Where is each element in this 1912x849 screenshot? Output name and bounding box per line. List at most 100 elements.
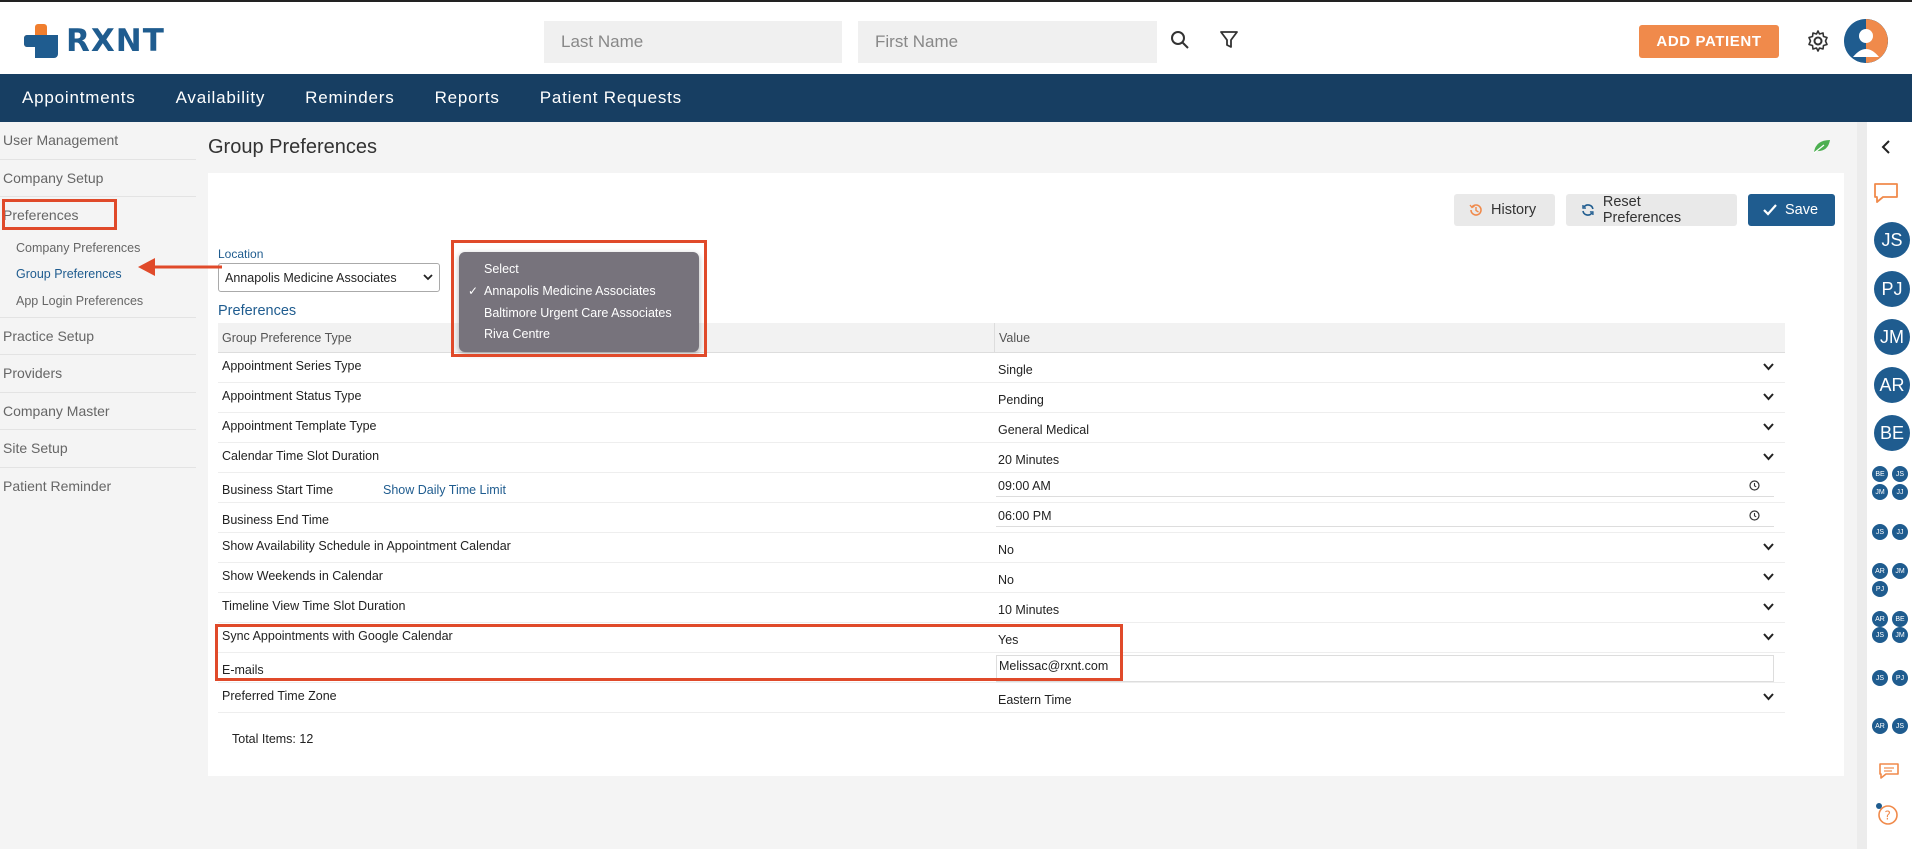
show-daily-time-limit-link[interactable]: Show Daily Time Limit: [383, 483, 506, 497]
history-icon: [1469, 204, 1482, 216]
leaf-icon: [1812, 138, 1832, 159]
row-value-select[interactable]: General Medical: [998, 423, 1774, 437]
row-value-select[interactable]: Eastern Time: [998, 693, 1774, 707]
group-avatar[interactable]: JJ: [1892, 484, 1908, 500]
location-select[interactable]: Annapolis Medicine Associates: [218, 263, 440, 292]
row-type: Calendar Time Slot Duration: [222, 449, 380, 463]
sidebar-subitem-app-login-preferences[interactable]: App Login Preferences: [0, 288, 196, 318]
chat-icon[interactable]: [1873, 182, 1899, 204]
filter-icon[interactable]: [1217, 28, 1241, 52]
chevron-down-icon[interactable]: [1763, 603, 1774, 611]
row-value-select[interactable]: No: [998, 543, 1774, 557]
row-value-select[interactable]: 10 Minutes: [998, 603, 1774, 617]
chevron-down-icon[interactable]: [1763, 693, 1774, 701]
add-patient-button[interactable]: ADD PATIENT: [1639, 25, 1779, 58]
chevron-down-icon[interactable]: [1763, 543, 1774, 551]
gear-icon[interactable]: [1805, 28, 1831, 54]
message-icon[interactable]: [1878, 762, 1900, 780]
rxnt-logo[interactable]: RXNT: [22, 22, 165, 60]
table-row: Timeline View Time Slot Duration 10 Minu…: [218, 593, 1785, 623]
row-type: Business Start Time: [222, 483, 334, 497]
nav-item-appointments[interactable]: Appointments: [22, 88, 136, 108]
annotation-box-location-dropdown: [451, 240, 707, 357]
page-title: Group Preferences: [208, 136, 377, 158]
row-type: Appointment Status Type: [222, 389, 362, 403]
chevron-down-icon: [423, 274, 433, 281]
sidebar-item-patient-reminder[interactable]: Patient Reminder: [0, 468, 196, 506]
row-value-select[interactable]: No: [998, 573, 1774, 587]
save-button[interactable]: Save: [1748, 194, 1835, 226]
nav-item-patient-requests[interactable]: Patient Requests: [540, 88, 682, 108]
group-avatar[interactable]: JM: [1892, 627, 1908, 643]
history-button[interactable]: History: [1454, 194, 1555, 226]
last-name-search-input[interactable]: [544, 21, 842, 63]
sidebar-item-site-setup[interactable]: Site Setup: [0, 430, 196, 468]
svg-text:?: ?: [1885, 809, 1891, 823]
group-avatar[interactable]: JS: [1872, 524, 1888, 540]
row-value-select[interactable]: Pending: [998, 393, 1774, 407]
grid-footer: Total Items: 12: [218, 713, 1785, 763]
group-avatar[interactable]: AR: [1872, 718, 1888, 734]
chevron-down-icon[interactable]: [1763, 393, 1774, 401]
sidebar-item-company-master[interactable]: Company Master: [0, 393, 196, 430]
business-start-time-input[interactable]: 09:00 AM: [996, 475, 1774, 497]
column-header-value[interactable]: Value: [994, 323, 1770, 352]
sidebar-item-providers[interactable]: Providers: [0, 355, 196, 393]
user-bubble-jm[interactable]: JM: [1874, 319, 1910, 355]
group-avatar[interactable]: BE: [1892, 611, 1908, 627]
business-end-time-input[interactable]: 06:00 PM: [996, 505, 1774, 527]
row-value-select[interactable]: 20 Minutes: [998, 453, 1774, 467]
reset-preferences-label: Reset Preferences: [1602, 194, 1682, 226]
row-type: Show Weekends in Calendar: [222, 569, 383, 583]
first-name-search-input[interactable]: [858, 21, 1157, 63]
check-icon: [1763, 204, 1777, 216]
user-bubble-js[interactable]: JS: [1874, 222, 1910, 258]
nav-item-availability[interactable]: Availability: [176, 88, 266, 108]
group-avatar[interactable]: PJ: [1872, 581, 1888, 597]
main-content: Group Preferences History Reset Preferen…: [200, 122, 1856, 849]
table-row: Appointment Template Type General Medica…: [218, 413, 1785, 443]
history-label: History: [1491, 202, 1537, 218]
group-avatar[interactable]: JS: [1872, 627, 1888, 643]
chevron-down-icon[interactable]: [1763, 453, 1774, 461]
main-nav: Appointments Availability Reminders Repo…: [0, 74, 1912, 122]
annotation-box-google-sync: [215, 624, 1123, 681]
group-avatar[interactable]: PJ: [1892, 670, 1908, 686]
group-avatar[interactable]: JM: [1892, 563, 1908, 579]
sidebar-item-user-management[interactable]: User Management: [0, 122, 196, 160]
row-type: Business End Time: [222, 513, 329, 527]
chevron-left-icon[interactable]: [1880, 140, 1892, 154]
refresh-icon: [1582, 204, 1594, 216]
chevron-down-icon[interactable]: [1763, 363, 1774, 371]
group-avatar[interactable]: JS: [1872, 670, 1888, 686]
group-avatar[interactable]: JS: [1892, 466, 1908, 482]
chevron-down-icon[interactable]: [1763, 573, 1774, 581]
reset-preferences-button[interactable]: Reset Preferences: [1566, 194, 1737, 226]
user-bubble-pj[interactable]: PJ: [1874, 271, 1910, 307]
group-avatar[interactable]: AR: [1872, 563, 1888, 579]
vertical-scrollbar[interactable]: [1857, 122, 1867, 849]
clock-icon[interactable]: [1749, 510, 1760, 521]
group-avatar[interactable]: BE: [1872, 466, 1888, 482]
chevron-down-icon[interactable]: [1763, 633, 1774, 641]
location-selected-value: Annapolis Medicine Associates: [225, 270, 397, 285]
location-label: Location: [218, 247, 264, 261]
sidebar-item-practice-setup[interactable]: Practice Setup: [0, 318, 196, 355]
nav-item-reports[interactable]: Reports: [435, 88, 500, 108]
search-icon[interactable]: [1168, 28, 1192, 52]
help-icon[interactable]: ?: [1875, 802, 1899, 826]
row-value-select[interactable]: Single: [998, 363, 1774, 377]
brand-name: RXNT: [66, 23, 165, 59]
table-row: Business End Time 06:00 PM: [218, 503, 1785, 533]
chevron-down-icon[interactable]: [1763, 423, 1774, 431]
sidebar-item-company-setup[interactable]: Company Setup: [0, 160, 196, 197]
clock-icon[interactable]: [1749, 480, 1760, 491]
group-avatar[interactable]: AR: [1872, 611, 1888, 627]
group-avatar[interactable]: JM: [1872, 484, 1888, 500]
user-bubble-ar[interactable]: AR: [1874, 367, 1910, 403]
user-avatar[interactable]: [1844, 19, 1888, 63]
nav-item-reminders[interactable]: Reminders: [305, 88, 394, 108]
group-avatar[interactable]: JJ: [1892, 524, 1908, 540]
user-bubble-be[interactable]: BE: [1874, 415, 1910, 451]
group-avatar[interactable]: JS: [1892, 718, 1908, 734]
